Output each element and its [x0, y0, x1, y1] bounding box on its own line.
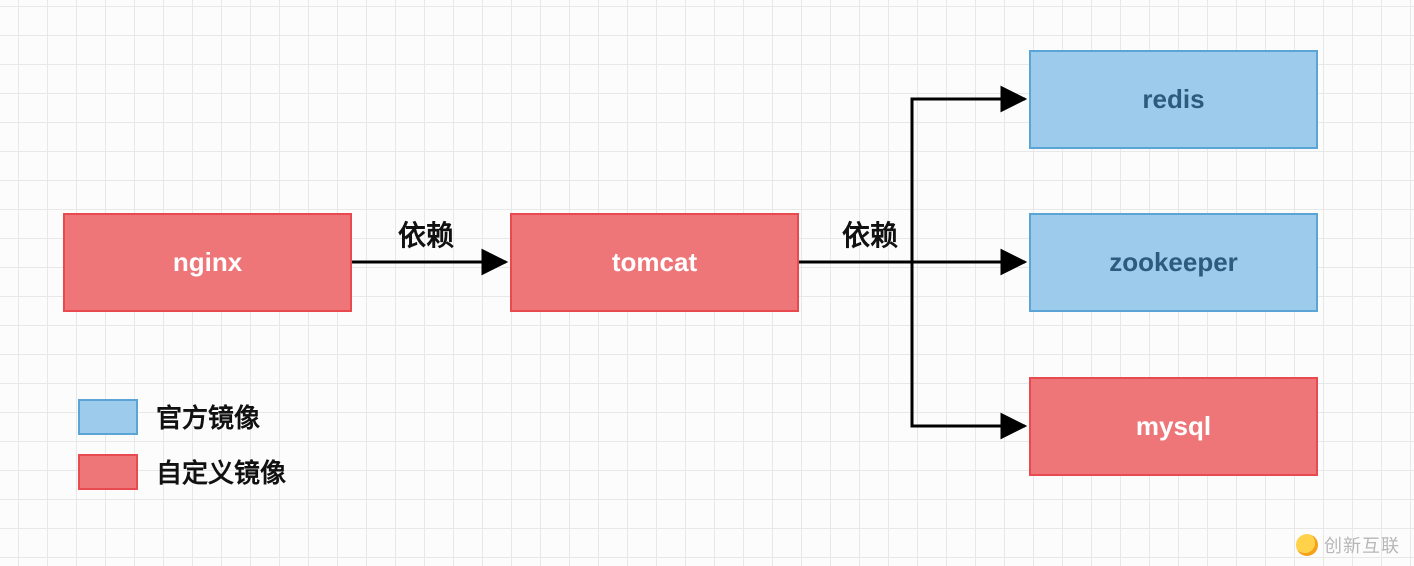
- node-mysql: mysql: [1029, 377, 1318, 476]
- node-redis: redis: [1029, 50, 1318, 149]
- edge-label-nginx-tomcat: 依赖: [398, 214, 454, 254]
- node-label: tomcat: [612, 247, 697, 278]
- node-tomcat: tomcat: [510, 213, 799, 312]
- legend-label-official: 官方镜像: [156, 398, 260, 435]
- legend-row: 官方镜像: [78, 398, 286, 435]
- watermark-text: 创新互联: [1324, 532, 1400, 558]
- legend-label-custom: 自定义镜像: [156, 453, 286, 490]
- watermark: 创新互联: [1296, 532, 1400, 558]
- node-label: mysql: [1136, 411, 1211, 442]
- edge-label-tomcat-right: 依赖: [842, 214, 898, 254]
- legend-row: 自定义镜像: [78, 453, 286, 490]
- node-label: nginx: [173, 247, 242, 278]
- node-zookeeper: zookeeper: [1029, 213, 1318, 312]
- legend-swatch-blue: [78, 399, 138, 435]
- legend: 官方镜像 自定义镜像: [78, 398, 286, 490]
- node-nginx: nginx: [63, 213, 352, 312]
- node-label: zookeeper: [1109, 247, 1238, 278]
- node-label: redis: [1142, 84, 1204, 115]
- legend-swatch-red: [78, 454, 138, 490]
- watermark-logo-icon: [1296, 534, 1318, 556]
